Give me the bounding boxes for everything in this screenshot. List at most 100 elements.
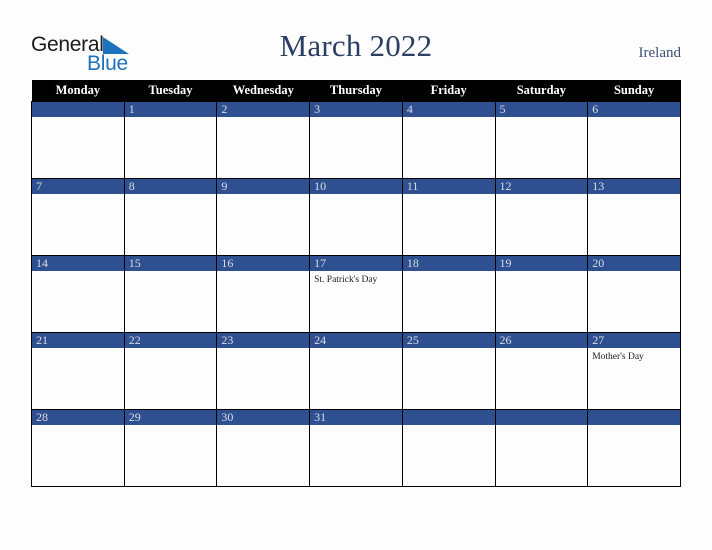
calendar-week-row: 21 22 23 24 25 26 27 Mother's Day xyxy=(31,332,681,410)
calendar-day-cell[interactable]: 23 xyxy=(216,332,311,410)
calendar-empty-cell[interactable] xyxy=(401,409,496,487)
day-number: 15 xyxy=(124,256,217,271)
holiday-label: Mother's Day xyxy=(592,352,644,362)
weekday-header-monday: Monday xyxy=(31,80,125,102)
calendar-week-row: 28 29 30 31 xyxy=(31,409,681,487)
calendar-day-cell[interactable]: 20 xyxy=(587,255,681,333)
day-cell-body xyxy=(403,348,495,408)
day-cell-body xyxy=(588,425,680,485)
day-number: 21 xyxy=(32,333,124,348)
day-number: 26 xyxy=(495,333,588,348)
calendar-empty-cell[interactable] xyxy=(31,101,125,179)
calendar-week-row: 7 8 9 10 11 12 13 xyxy=(31,178,681,256)
day-cell-body xyxy=(403,425,495,485)
calendar-day-cell[interactable]: 25 xyxy=(401,332,496,410)
day-number: 3 xyxy=(310,102,402,117)
calendar-day-cell[interactable]: 4 xyxy=(401,101,496,179)
day-cell-body xyxy=(217,194,309,254)
day-number: 29 xyxy=(124,410,217,425)
calendar-day-cell[interactable]: 22 xyxy=(123,332,218,410)
day-cell-body xyxy=(217,425,309,485)
day-cell-body xyxy=(32,348,124,408)
day-number: 17 xyxy=(310,256,402,271)
day-cell-body xyxy=(588,117,680,177)
calendar-day-cell[interactable]: 9 xyxy=(216,178,311,256)
day-cell-body xyxy=(496,271,588,331)
calendar-day-cell[interactable]: 3 xyxy=(309,101,403,179)
calendar-day-cell[interactable]: 16 xyxy=(216,255,311,333)
day-number: 14 xyxy=(32,256,124,271)
day-cell-body xyxy=(217,271,309,331)
calendar-empty-cell[interactable] xyxy=(494,409,589,487)
day-cell-body xyxy=(32,271,124,331)
calendar-grid: Monday Tuesday Wednesday Thursday Friday Satu… xyxy=(31,80,681,487)
calendar-day-cell[interactable]: 1 xyxy=(123,101,218,179)
day-cell-body xyxy=(32,425,124,485)
calendar-day-cell[interactable]: 26 xyxy=(494,332,589,410)
day-cell-body xyxy=(125,194,217,254)
day-cell-body xyxy=(310,348,402,408)
calendar-day-cell[interactable]: 19 xyxy=(494,255,589,333)
page-header: General Blue March 2022 Ireland xyxy=(0,0,712,80)
calendar-day-cell[interactable]: 24 xyxy=(309,332,403,410)
calendar-day-cell[interactable]: 21 xyxy=(31,332,125,410)
weekday-header-tuesday: Tuesday xyxy=(124,80,217,102)
calendar-header-row: Monday Tuesday Wednesday Thursday Friday Satu… xyxy=(31,80,681,102)
day-number: 19 xyxy=(495,256,588,271)
calendar-day-cell[interactable]: 8 xyxy=(123,178,218,256)
day-cell-body xyxy=(403,117,495,177)
calendar-day-cell[interactable]: 6 xyxy=(587,101,681,179)
weekday-header-saturday: Saturday xyxy=(495,80,588,102)
day-number: 22 xyxy=(124,333,217,348)
calendar-day-cell[interactable]: 11 xyxy=(401,178,496,256)
day-cell-body xyxy=(310,117,402,177)
calendar-day-cell[interactable]: 28 xyxy=(31,409,125,487)
day-number: 10 xyxy=(310,179,402,194)
weekday-header-thursday: Thursday xyxy=(309,80,403,102)
calendar-day-cell[interactable]: 29 xyxy=(123,409,218,487)
calendar-day-cell[interactable]: 15 xyxy=(123,255,218,333)
calendar-day-cell[interactable]: 2 xyxy=(216,101,311,179)
calendar-day-cell[interactable]: 10 xyxy=(309,178,403,256)
region-label: Ireland xyxy=(638,45,681,61)
calendar-day-cell[interactable]: 30 xyxy=(216,409,311,487)
day-cell-body xyxy=(217,117,309,177)
calendar-day-cell[interactable]: 14 xyxy=(31,255,125,333)
day-number xyxy=(495,410,588,425)
calendar-day-cell[interactable]: 18 xyxy=(401,255,496,333)
calendar-day-cell[interactable]: 27 Mother's Day xyxy=(587,332,681,410)
day-number: 25 xyxy=(402,333,495,348)
day-number: 8 xyxy=(124,179,217,194)
calendar-week-row: 14 15 16 17 St. Patrick's Day 18 19 20 xyxy=(31,255,681,333)
day-number xyxy=(32,102,124,117)
day-cell-body: St. Patrick's Day xyxy=(310,271,402,331)
day-cell-body xyxy=(125,425,217,485)
day-number xyxy=(588,410,680,425)
day-number: 27 xyxy=(588,333,680,348)
day-number: 13 xyxy=(588,179,680,194)
day-number: 28 xyxy=(32,410,124,425)
calendar-day-cell[interactable]: 17 St. Patrick's Day xyxy=(309,255,403,333)
calendar-day-cell[interactable]: 5 xyxy=(494,101,589,179)
day-number: 23 xyxy=(217,333,310,348)
calendar-empty-cell[interactable] xyxy=(587,409,681,487)
day-number: 18 xyxy=(402,256,495,271)
calendar-body: 1 2 3 4 5 6 7 8 9 10 11 12 13 14 15 16 17 St. Patrick's D… xyxy=(31,101,681,487)
day-cell-body xyxy=(125,348,217,408)
calendar-day-cell[interactable]: 31 xyxy=(309,409,403,487)
page-title: March 2022 xyxy=(279,28,433,63)
day-number: 24 xyxy=(310,333,402,348)
holiday-label: St. Patrick's Day xyxy=(314,275,378,285)
day-number: 2 xyxy=(217,102,310,117)
calendar-day-cell[interactable]: 7 xyxy=(31,178,125,256)
day-cell-body xyxy=(32,194,124,254)
day-cell-body xyxy=(588,271,680,331)
day-cell-body xyxy=(496,425,588,485)
day-cell-body xyxy=(496,348,588,408)
day-number: 16 xyxy=(217,256,310,271)
calendar-day-cell[interactable]: 13 xyxy=(587,178,681,256)
day-cell-body xyxy=(310,425,402,485)
day-cell-body xyxy=(217,348,309,408)
calendar-day-cell[interactable]: 12 xyxy=(494,178,589,256)
day-cell-body xyxy=(32,117,124,177)
